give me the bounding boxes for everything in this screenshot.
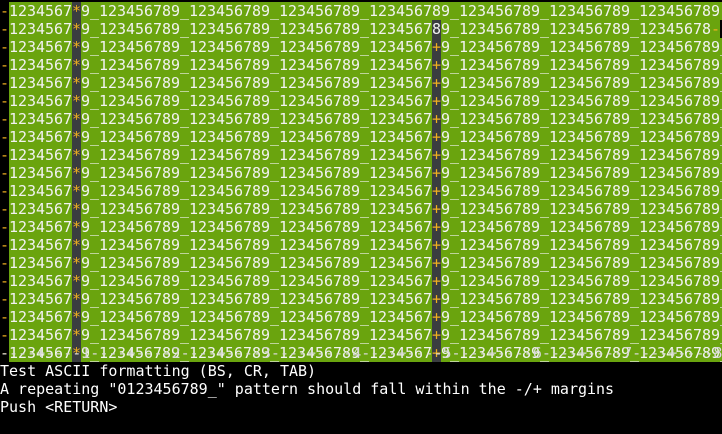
- pattern-line: -1234567*9_123456789_123456789_123456789…: [0, 272, 722, 290]
- pattern-line: -1234567*9_123456789_123456789_123456789…: [0, 236, 722, 254]
- return-prompt[interactable]: Push <RETURN>: [0, 398, 722, 416]
- pattern-line: -1234567*9_123456789_123456789_123456789…: [0, 38, 722, 56]
- pattern-line: -1234567*9_123456789_123456789_123456789…: [0, 182, 722, 200]
- pattern-line: -1234567*9_123456789_123456789_123456789…: [0, 2, 722, 20]
- pattern-line: -1234567*9_123456789_123456789_123456789…: [0, 128, 722, 146]
- pattern-line: -1234567*9_123456789_123456789_123456789…: [0, 164, 722, 182]
- pattern-line: -1234567*9_123456789_123456789_123456789…: [0, 308, 722, 326]
- pattern-line: -1234567*9_123456789_123456789_123456789…: [0, 218, 722, 236]
- pattern-line: -1234567*9_123456789_123456789_123456789…: [0, 146, 722, 164]
- terminal-window[interactable]: -1234567*9_123456789_123456789_123456789…: [0, 0, 722, 434]
- pattern-line: -1234567*9_123456789_123456789_123456789…: [0, 74, 722, 92]
- test-description: A repeating "0123456789_" pattern should…: [0, 380, 615, 398]
- pattern-line: -1234567*9_123456789_123456789_123456789…: [0, 56, 722, 74]
- pattern-line: -1234567*9_123456789_123456789_123456789…: [0, 200, 722, 218]
- pattern-line: -1234567*9_123456789_123456789_123456789…: [0, 326, 722, 344]
- pattern-line: -1234567*9_123456789_123456789_123456789…: [0, 254, 722, 272]
- pattern-line: -1234567*9_123456789_123456789_123456789…: [0, 110, 722, 128]
- pattern-line: -1234567*9_123456789_123456789_123456789…: [0, 92, 722, 110]
- pattern-line: -1234567*9_123456789_123456789_123456789…: [0, 20, 721, 38]
- pattern-line: -1234567*9_123456789_123456789_123456789…: [0, 290, 722, 308]
- column-ruler: ----+----1----+----2----+----3----+----4…: [0, 344, 722, 362]
- test-title: Test ASCII formatting (BS, CR, TAB): [0, 362, 317, 380]
